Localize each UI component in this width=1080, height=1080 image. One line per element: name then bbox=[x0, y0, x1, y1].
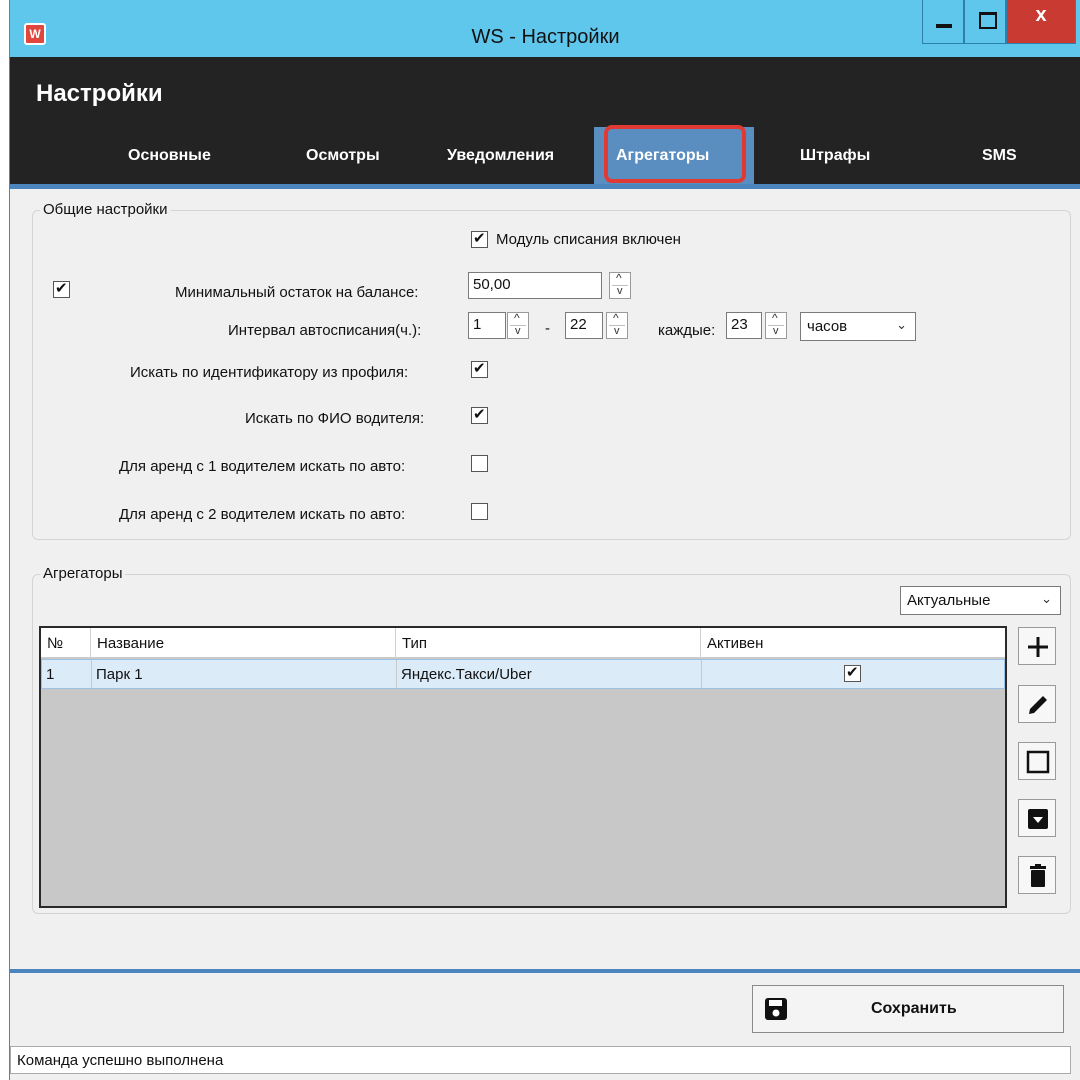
save-icon bbox=[765, 998, 787, 1020]
rent-1-driver-checkbox[interactable] bbox=[471, 455, 488, 472]
table-row[interactable]: 1 Парк 1 Яндекс.Такси/Uber bbox=[41, 659, 1005, 689]
active-tab-highlight bbox=[604, 125, 746, 183]
aggregators-table: № Название Тип Активен 1 Парк 1 Яндекс.Т… bbox=[39, 626, 1007, 908]
search-by-driver-name-checkbox[interactable] bbox=[471, 405, 488, 424]
column-header-type[interactable]: Тип bbox=[396, 628, 701, 658]
interval-label: Интервал автосписания(ч.): bbox=[228, 322, 422, 339]
table-header: № Название Тип Активен bbox=[41, 628, 1005, 658]
settings-window: W WS - Настройки x Настройки Основные Ос… bbox=[9, 0, 1080, 1080]
square-icon bbox=[1026, 750, 1050, 774]
every-spinner[interactable] bbox=[765, 311, 787, 339]
chevron-down-icon: ⌄ bbox=[1041, 591, 1052, 606]
general-settings-label: Общие настройки bbox=[40, 201, 171, 218]
save-button[interactable]: Сохранить bbox=[752, 985, 1064, 1033]
cell-type: Яндекс.Такси/Uber bbox=[397, 660, 702, 688]
chevron-down-icon: ⌄ bbox=[896, 317, 907, 332]
column-header-active[interactable]: Активен bbox=[701, 628, 1005, 658]
interval-to-spinner[interactable] bbox=[606, 311, 628, 339]
edit-aggregator-button[interactable] bbox=[1018, 685, 1056, 723]
window-title: WS - Настройки bbox=[471, 26, 620, 48]
every-input[interactable]: 23 bbox=[726, 312, 762, 339]
min-balance-label: Минимальный остаток на балансе: bbox=[175, 284, 419, 301]
archive-icon bbox=[1028, 809, 1048, 829]
status-bar: Команда успешно выполнена bbox=[10, 1046, 1071, 1074]
min-balance-input[interactable]: 50,00 bbox=[468, 272, 602, 299]
title-bar: W WS - Настройки x bbox=[10, 0, 1080, 57]
tab-main[interactable]: Основные bbox=[128, 147, 211, 165]
interval-from-spinner[interactable] bbox=[507, 311, 529, 339]
tab-sms[interactable]: SMS bbox=[982, 147, 1017, 165]
min-balance-spinner[interactable] bbox=[609, 271, 631, 299]
trash-icon bbox=[1030, 864, 1046, 887]
add-aggregator-button[interactable] bbox=[1018, 627, 1056, 665]
search-by-profile-id-checkbox[interactable] bbox=[471, 359, 488, 378]
page-title: Настройки bbox=[36, 80, 163, 107]
row-active-checkbox[interactable] bbox=[844, 663, 861, 682]
archive-aggregator-button[interactable] bbox=[1018, 799, 1056, 837]
search-by-driver-name-label: Искать по ФИО водителя: bbox=[245, 410, 425, 427]
footer-divider bbox=[10, 969, 1080, 973]
tab-notifications[interactable]: Уведомления bbox=[447, 147, 554, 165]
every-unit-value: часов bbox=[807, 318, 848, 335]
cell-number: 1 bbox=[42, 660, 92, 688]
column-header-name[interactable]: Название bbox=[91, 628, 396, 658]
delete-aggregator-button[interactable] bbox=[1018, 856, 1056, 894]
column-header-number[interactable]: № bbox=[41, 628, 91, 658]
settings-header: Настройки Основные Осмотры Уведомления А… bbox=[10, 57, 1080, 184]
pencil-icon bbox=[1029, 696, 1047, 714]
maximize-button[interactable] bbox=[964, 0, 1006, 44]
save-button-label: Сохранить bbox=[871, 1000, 957, 1017]
close-button[interactable]: x bbox=[1006, 0, 1076, 44]
interval-from-input[interactable]: 1 bbox=[468, 312, 506, 339]
rent-2-driver-checkbox[interactable] bbox=[471, 503, 488, 520]
aggregators-filter-value: Актуальные bbox=[907, 592, 991, 609]
interval-dash: - bbox=[545, 320, 550, 337]
deselect-aggregator-button[interactable] bbox=[1018, 742, 1056, 780]
every-unit-select[interactable]: часов ⌄ bbox=[800, 312, 916, 341]
every-label: каждые: bbox=[658, 322, 716, 339]
module-enabled-label: Модуль списания включен bbox=[496, 231, 681, 248]
plus-icon bbox=[1028, 637, 1048, 657]
tab-fines[interactable]: Штрафы bbox=[800, 147, 870, 165]
cell-name: Парк 1 bbox=[92, 660, 397, 688]
cell-active bbox=[702, 660, 1004, 688]
aggregators-filter-select[interactable]: Актуальные ⌄ bbox=[900, 586, 1061, 615]
minimize-button[interactable] bbox=[922, 0, 964, 44]
module-enabled-checkbox[interactable] bbox=[471, 229, 488, 248]
rent-1-driver-label: Для аренд с 1 водителем искать по авто: bbox=[119, 458, 406, 475]
search-by-profile-id-label: Искать по идентификатору из профиля: bbox=[130, 364, 409, 381]
header-divider bbox=[10, 184, 1080, 189]
rent-2-driver-label: Для аренд с 2 водителем искать по авто: bbox=[119, 506, 406, 523]
min-balance-checkbox[interactable] bbox=[53, 279, 70, 298]
interval-to-input[interactable]: 22 bbox=[565, 312, 603, 339]
aggregators-label: Агрегаторы bbox=[40, 565, 126, 582]
tab-inspections[interactable]: Осмотры bbox=[306, 147, 380, 165]
